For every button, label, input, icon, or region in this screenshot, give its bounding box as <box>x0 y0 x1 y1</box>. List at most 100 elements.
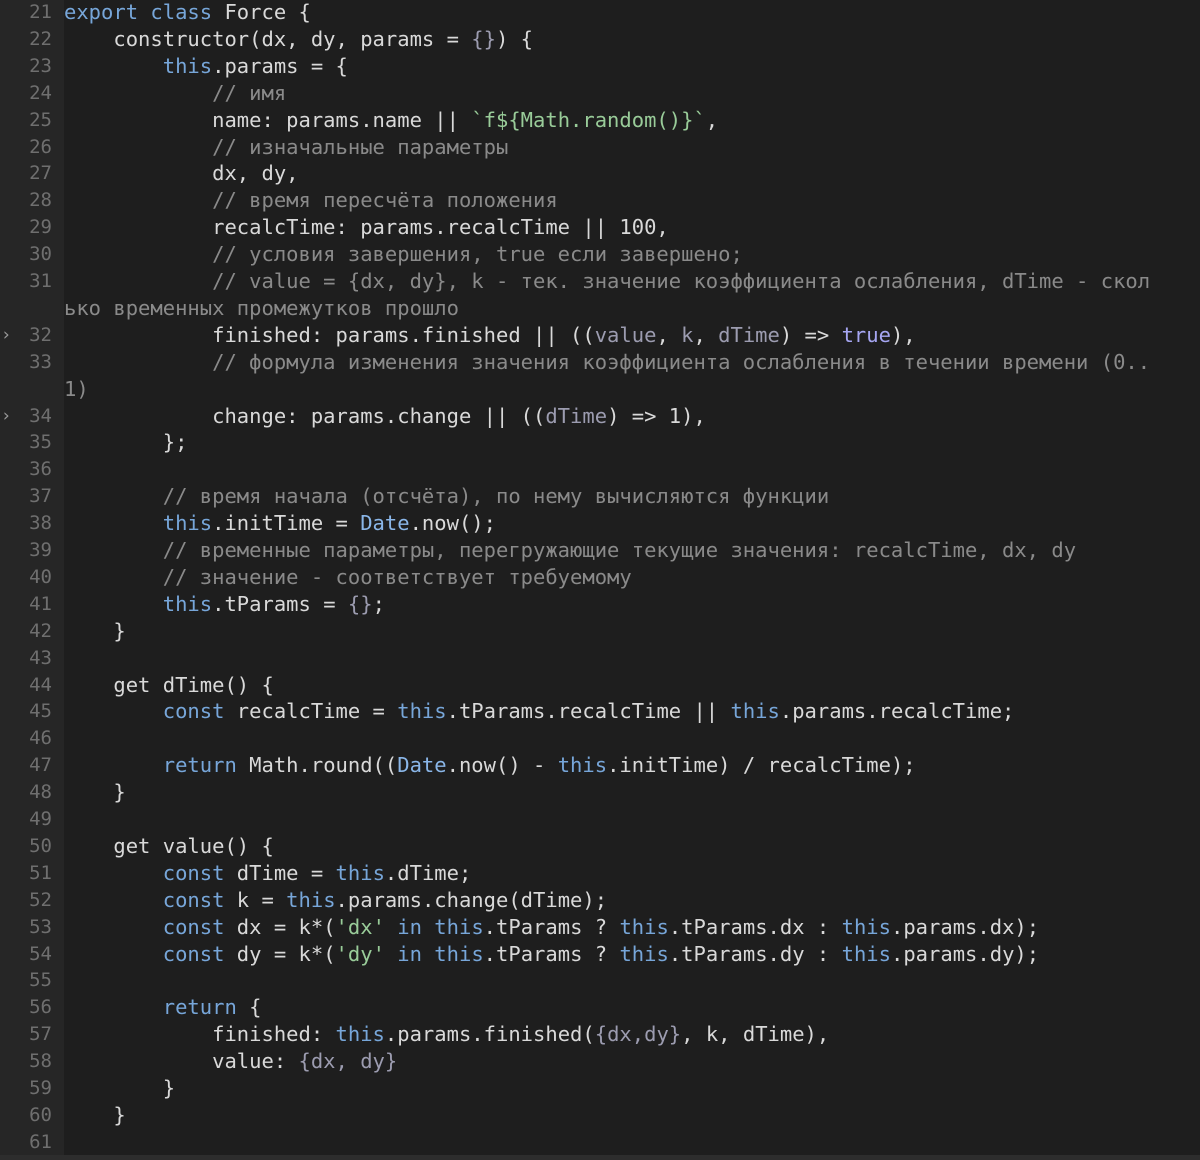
line-number: 34 <box>29 404 52 427</box>
code-line[interactable]: 40 // значение - соответствует требуемом… <box>0 564 1200 591</box>
code-line[interactable]: 28 // время пересчёта положения <box>0 187 1200 214</box>
code-line[interactable]: 1) <box>0 376 1200 403</box>
line-code: } <box>64 618 125 645</box>
line-code: // время начала (отсчёта), по нему вычис… <box>64 483 829 510</box>
line-code: this.tParams = {}; <box>64 591 385 618</box>
line-code: recalcTime: params.recalcTime || 100, <box>64 214 669 241</box>
line-number: 54 <box>29 942 52 965</box>
code-line[interactable]: 26 // изначальные параметры <box>0 134 1200 161</box>
code-line[interactable]: › 32 finished: params.finished || ((value… <box>0 322 1200 349</box>
code-token: // имя <box>64 80 287 105</box>
line-number: 24 <box>29 81 52 104</box>
code-token: .params.dy); <box>890 941 1040 966</box>
code-line[interactable]: 36 <box>0 456 1200 483</box>
code-token: ) => 1), <box>607 403 706 428</box>
code-line[interactable]: 48 } <box>0 779 1200 806</box>
code-token: return <box>64 753 250 778</box>
line-number: 59 <box>29 1077 52 1099</box>
code-line[interactable]: 38 this.initTime = Date.now(); <box>0 510 1200 537</box>
code-line[interactable]: 58 value: {dx, dy} <box>0 1048 1200 1075</box>
code-token: .params.finished( <box>384 1022 595 1047</box>
code-token: value: <box>64 1049 299 1074</box>
code-token: this <box>286 887 336 912</box>
code-token: this <box>841 941 891 966</box>
code-line[interactable]: 59 } <box>0 1075 1200 1102</box>
code-line[interactable]: 47 return Math.round((Date.now() - this.… <box>0 752 1200 779</box>
code-line[interactable]: 31 // value = {dx, dy}, k - тек. значени… <box>0 268 1200 295</box>
code-token: Date <box>397 753 447 778</box>
code-line[interactable]: 43 <box>0 645 1200 672</box>
code-token: // изначальные параметры <box>64 134 509 159</box>
code-line[interactable]: 54 const dy = k*('dy' in this.tParams ? … <box>0 941 1200 968</box>
code-token: dTime <box>545 403 608 428</box>
line-code: dx, dy, <box>64 160 298 187</box>
code-token: in this <box>384 914 484 939</box>
code-line[interactable]: 44 get dTime() { <box>0 672 1200 699</box>
code-line[interactable]: 30 // условия завершения, true если заве… <box>0 241 1200 268</box>
code-token: .tParams = <box>212 591 348 616</box>
code-line[interactable]: 35 }; <box>0 429 1200 456</box>
code-token: `f${Math.random()}` <box>471 107 706 132</box>
code-line[interactable]: 22 constructor(dx, dy, params = {}) { <box>0 26 1200 53</box>
line-number: 31 <box>29 270 52 292</box>
code-token: .params.dx); <box>890 914 1040 939</box>
code-line[interactable]: 45 const recalcTime = this.tParams.recal… <box>0 698 1200 725</box>
code-line[interactable]: 37 // время начала (отсчёта), по нему вы… <box>0 483 1200 510</box>
code-line[interactable]: 49 <box>0 806 1200 833</box>
code-line[interactable]: 33 // формула изменения значения коэффиц… <box>0 349 1200 376</box>
code-line[interactable]: 29 recalcTime: params.recalcTime || 100, <box>0 214 1200 241</box>
code-line[interactable]: 25 name: params.name || `f${Math.random(… <box>0 107 1200 134</box>
code-line[interactable]: 55 <box>0 967 1200 994</box>
line-number: 30 <box>29 243 52 266</box>
code-line[interactable]: 23 this.params = { <box>0 53 1200 80</box>
code-line[interactable]: › 34 change: params.change || ((dTime) =>… <box>0 403 1200 430</box>
code-token: dx = k*( <box>236 914 336 939</box>
code-token: .initTime) / recalcTime); <box>607 753 916 778</box>
line-number: 53 <box>29 915 52 938</box>
line-number: 26 <box>29 135 52 158</box>
code-token: dTime = <box>236 860 336 885</box>
code-line[interactable]: 42 } <box>0 618 1200 645</box>
code-token: {dx,dy} <box>594 1022 682 1047</box>
code-line[interactable]: 41 this.tParams = {}; <box>0 591 1200 618</box>
code-line[interactable]: 21 export class Force { <box>0 0 1200 26</box>
code-token: recalcTime: params.recalcTime || 100, <box>64 215 669 240</box>
line-number: 35 <box>29 431 52 454</box>
code-line[interactable]: ько временных промежутков прошло <box>0 295 1200 322</box>
code-token: // временные параметры, перегружающие те… <box>64 538 1077 562</box>
code-editor[interactable]: 21 export class Force {22 constructor(dx,… <box>0 0 1200 1160</box>
code-line[interactable]: 27 dx, dy, <box>0 160 1200 187</box>
code-line[interactable]: 60 } <box>0 1102 1200 1129</box>
line-number: 38 <box>29 512 52 535</box>
code-line[interactable]: 50 get value() { <box>0 833 1200 860</box>
code-token: .tParams.dy : <box>668 941 842 966</box>
line-number: 47 <box>29 754 52 777</box>
code-token: change: params.change || (( <box>64 403 546 428</box>
code-token: } <box>64 1076 176 1100</box>
code-token: dy = k*( <box>236 941 336 966</box>
code-token: finished: <box>64 1022 336 1047</box>
line-code: // value = {dx, dy}, k - тек. значение к… <box>64 268 1150 295</box>
code-line[interactable]: 61 <box>0 1129 1200 1156</box>
code-token: .now(); <box>409 511 496 536</box>
code-line[interactable]: 46 <box>0 725 1200 752</box>
code-token: .tParams ? <box>483 914 620 939</box>
code-line[interactable]: 53 const dx = k*('dx' in this.tParams ? … <box>0 914 1200 941</box>
code-line[interactable]: 57 finished: this.params.finished({dx,dy… <box>0 1021 1200 1048</box>
code-line[interactable]: 56 return { <box>0 994 1200 1021</box>
code-token: return <box>64 995 250 1020</box>
code-token: 'dx' <box>335 914 385 939</box>
code-line[interactable]: 39 // временные параметры, перегружающие… <box>0 537 1200 564</box>
code-line[interactable]: 52 const k = this.params.change(dTime); <box>0 887 1200 914</box>
code-token: {} <box>471 26 496 51</box>
code-token: ) { <box>495 26 534 51</box>
line-code: // формула изменения значения коэффициен… <box>64 349 1150 376</box>
line-number: 40 <box>29 565 52 588</box>
code-line[interactable]: 24 // имя <box>0 80 1200 107</box>
code-token: this <box>64 591 213 616</box>
code-line[interactable]: 51 const dTime = this.dTime; <box>0 860 1200 887</box>
line-code: return { <box>64 994 262 1021</box>
code-token: ) => <box>779 322 842 347</box>
line-number: 21 <box>29 1 52 23</box>
horizontal-scrollbar[interactable] <box>0 1155 1200 1160</box>
